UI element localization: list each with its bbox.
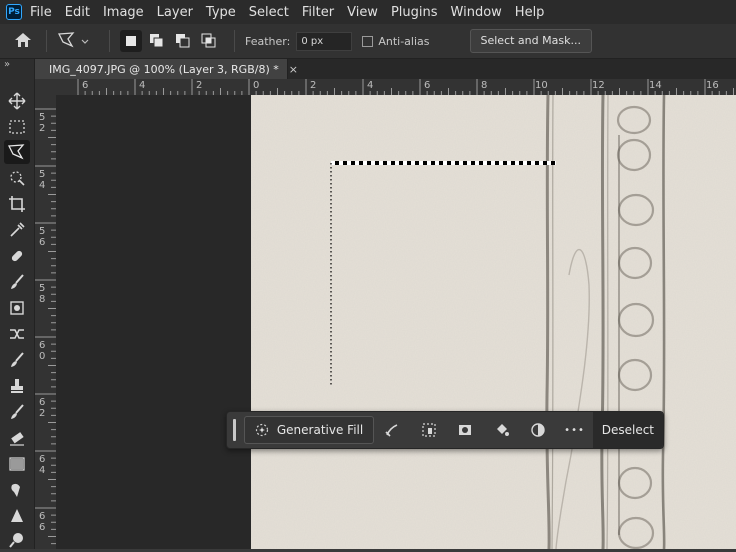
collapse-panel-icon[interactable]: » (4, 59, 10, 70)
ruler-label: 52 (39, 112, 46, 134)
smudge-brush-tool-icon[interactable] (4, 400, 30, 424)
feather-input[interactable]: 0 px (296, 31, 353, 51)
menu-image[interactable]: Image (103, 5, 144, 20)
document-tab[interactable]: IMG_4097.JPG @ 100% (Layer 3, RGB/8) * × (35, 59, 298, 79)
ruler-label: 56 (39, 226, 46, 248)
document-canvas[interactable] (251, 95, 736, 549)
anti-alias-checkbox[interactable] (362, 35, 374, 47)
spot-healing-tool-icon[interactable] (4, 244, 30, 268)
anti-alias-label: Anti-alias (378, 34, 430, 48)
ruler-label: 62 (39, 397, 46, 419)
generative-fill-label: Generative Fill (276, 423, 364, 437)
ruler-label: 6 (424, 80, 431, 91)
options-bar: Feather: 0 px Anti-alias Select and Mask… (0, 24, 736, 59)
ruler-label: 66 (39, 511, 46, 533)
divider (109, 30, 110, 52)
ruler-label: 58 (39, 283, 46, 305)
menu-filter[interactable]: Filter (302, 5, 334, 20)
menu-type[interactable]: Type (206, 5, 236, 20)
chevron-down-icon (81, 35, 89, 48)
generative-fill-icon (255, 423, 268, 437)
vertical-ruler[interactable]: 52 54 56 58 60 62 64 66 (35, 95, 57, 549)
polygonal-lasso-icon (57, 31, 77, 52)
history-brush-tool-icon[interactable] (4, 322, 30, 346)
stamp-tool-icon[interactable] (4, 374, 30, 398)
adjustment-layer-icon[interactable] (520, 415, 556, 445)
menu-help[interactable]: Help (515, 5, 545, 20)
menu-window[interactable]: Window (451, 5, 502, 20)
move-tool-icon[interactable] (4, 89, 30, 113)
crop-tool-icon[interactable] (4, 192, 30, 216)
ruler-label: 4 (139, 80, 146, 91)
menu-bar: Ps File Edit Image Layer Type Select Fil… (0, 0, 736, 24)
close-icon[interactable]: × (289, 63, 298, 76)
ruler-label: 2 (310, 80, 317, 91)
ruler-label: 12 (592, 80, 605, 91)
eyedropper-tool-icon[interactable] (4, 218, 30, 242)
new-selection-button[interactable] (120, 30, 142, 52)
intersect-selection-button[interactable] (198, 30, 220, 52)
ruler-label: 54 (39, 169, 46, 191)
drag-handle[interactable] (233, 419, 236, 441)
ruler-label: 4 (367, 80, 374, 91)
menu-edit[interactable]: Edit (65, 5, 90, 20)
contextual-task-bar: Generative Fill ••• Deselect (226, 411, 664, 449)
add-to-selection-button[interactable] (146, 30, 168, 52)
ruler-label: 6 (82, 80, 89, 91)
document-tab-title: IMG_4097.JPG @ 100% (Layer 3, RGB/8) * (49, 62, 279, 76)
ruler-label: 16 (706, 80, 719, 91)
horizontal-ruler[interactable]: 6 4 2 0 2 4 6 8 10 12 14 16 (56, 79, 736, 96)
polygonal-lasso-tool-icon[interactable] (4, 140, 30, 164)
ruler-label: 64 (39, 454, 46, 476)
feather-label: Feather: (245, 34, 291, 48)
mask-icon[interactable] (447, 415, 483, 445)
select-and-mask-button[interactable]: Select and Mask... (469, 29, 592, 53)
ruler-corner (35, 79, 57, 96)
menu-view[interactable]: View (347, 5, 378, 20)
generative-fill-button[interactable]: Generative Fill (243, 416, 375, 444)
deselect-button[interactable]: Deselect (592, 412, 664, 448)
select-subject-icon[interactable] (411, 415, 447, 445)
object-selection-tool-icon[interactable] (4, 166, 30, 190)
photoshop-logo: Ps (6, 4, 22, 20)
subtract-from-selection-button[interactable] (172, 30, 194, 52)
ruler-label: 60 (39, 340, 46, 362)
home-icon[interactable] (14, 32, 36, 51)
gradient-tool-icon[interactable] (4, 452, 30, 476)
clone-stamp-tool-icon[interactable] (4, 296, 30, 320)
smudge-tool-icon[interactable] (4, 478, 30, 502)
marquee-tool-icon[interactable] (4, 115, 30, 139)
tool-preset-picker[interactable] (57, 31, 99, 52)
menu-select[interactable]: Select (249, 5, 289, 20)
dodge-tool-icon[interactable] (4, 528, 30, 552)
tools-panel: » (0, 59, 35, 549)
fill-bucket-icon[interactable] (483, 415, 519, 445)
divider (234, 30, 235, 52)
ruler-label: 2 (196, 80, 203, 91)
eraser-tool-icon[interactable] (4, 426, 30, 450)
ruler-label: 0 (253, 80, 260, 91)
divider (46, 30, 47, 52)
more-options-icon[interactable]: ••• (556, 415, 592, 445)
menu-plugins[interactable]: Plugins (391, 5, 438, 20)
menu-file[interactable]: File (30, 5, 52, 20)
document-tab-bar: IMG_4097.JPG @ 100% (Layer 3, RGB/8) * × (35, 59, 736, 79)
menu-layer[interactable]: Layer (157, 5, 193, 20)
paint-brush-tool-icon[interactable] (4, 348, 30, 372)
modify-selection-icon[interactable] (374, 415, 410, 445)
pasteboard (56, 95, 251, 549)
sharpen-tool-icon[interactable] (4, 504, 30, 528)
canvas-image (251, 95, 736, 549)
brush-tool-icon[interactable] (4, 270, 30, 294)
ruler-label: 10 (535, 80, 548, 91)
ruler-label: 14 (649, 80, 662, 91)
ruler-label: 8 (481, 80, 488, 91)
